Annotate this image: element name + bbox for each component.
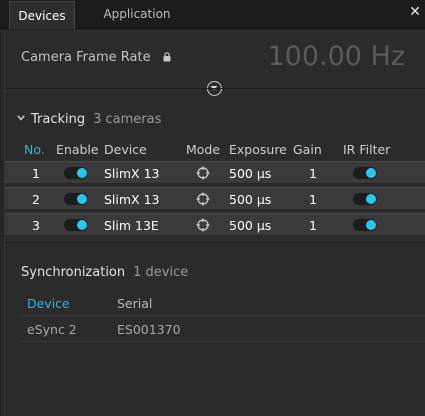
table-row[interactable]: 2 SlimX 13 500 µs 1 — [5, 187, 425, 210]
column-header-exposure[interactable]: Exposure — [229, 142, 287, 157]
frame-rate-label-text: Camera Frame Rate — [21, 50, 151, 65]
table-row[interactable]: 3 Slim 13E 500 µs 1 — [5, 213, 425, 236]
column-header-device[interactable]: Device — [27, 296, 70, 311]
enable-toggle[interactable] — [64, 167, 88, 179]
exposure-value[interactable]: 500 µs — [229, 192, 271, 207]
divider — [5, 242, 425, 243]
synchronization-section-header: Synchronization 1 device — [21, 265, 188, 280]
column-header-gain[interactable]: Gain — [293, 142, 322, 157]
enable-toggle[interactable] — [64, 193, 88, 205]
ir-filter-toggle[interactable] — [353, 219, 377, 231]
column-header-no[interactable]: No. — [24, 142, 45, 157]
divider — [21, 341, 425, 342]
sync-device-serial[interactable]: ES001370 — [117, 322, 181, 337]
ir-filter-toggle[interactable] — [353, 167, 377, 179]
crosshair-icon[interactable] — [196, 192, 210, 206]
tab-bar: Devices Application Settings ✕ — [0, 0, 425, 50]
synchronization-title: Synchronization — [21, 265, 126, 280]
row-number: 3 — [32, 218, 40, 233]
divider — [5, 88, 425, 89]
enable-toggle[interactable] — [64, 219, 88, 231]
close-icon[interactable]: ✕ — [408, 4, 422, 20]
lock-icon — [163, 51, 171, 66]
exposure-value[interactable]: 500 µs — [229, 218, 271, 233]
devices-panel: Camera Frame Rate 100.00 Hz Tracking 3 ca… — [4, 30, 425, 416]
camera-frame-rate-label: Camera Frame Rate — [21, 50, 171, 66]
gain-value[interactable]: 1 — [309, 166, 317, 181]
tab-devices[interactable]: Devices — [9, 1, 75, 29]
column-header-mode[interactable]: Mode — [186, 142, 220, 157]
tracking-count: 3 cameras — [93, 112, 162, 127]
column-header-enable[interactable]: Enable — [56, 142, 99, 157]
gain-value[interactable]: 1 — [309, 218, 317, 233]
column-header-device[interactable]: Device — [104, 142, 147, 157]
crosshair-icon[interactable] — [196, 166, 210, 180]
chevron-down-icon — [17, 110, 25, 125]
sync-device-name[interactable]: eSync 2 — [27, 322, 77, 337]
frame-rate-value: 100.00 Hz — [267, 41, 405, 72]
crosshair-icon[interactable] — [196, 218, 210, 232]
device-name: SlimX 13 — [104, 166, 160, 181]
tab-application-settings[interactable]: Application Settings — [84, 0, 190, 50]
ir-filter-toggle[interactable] — [353, 193, 377, 205]
tracking-section-header[interactable]: Tracking 3 cameras — [17, 110, 161, 127]
column-header-serial[interactable]: Serial — [117, 296, 152, 311]
gain-value[interactable]: 1 — [309, 192, 317, 207]
table-row[interactable]: 1 SlimX 13 500 µs 1 — [5, 161, 425, 184]
device-name: SlimX 13 — [104, 192, 160, 207]
exposure-value[interactable]: 500 µs — [229, 166, 271, 181]
row-number: 2 — [32, 192, 40, 207]
device-name: Slim 13E — [104, 218, 159, 233]
row-number: 1 — [32, 166, 40, 181]
tracking-title: Tracking — [31, 112, 86, 127]
column-header-ir-filter[interactable]: IR Filter — [343, 142, 390, 157]
divider — [21, 315, 425, 316]
synchronization-count: 1 device — [133, 265, 189, 280]
